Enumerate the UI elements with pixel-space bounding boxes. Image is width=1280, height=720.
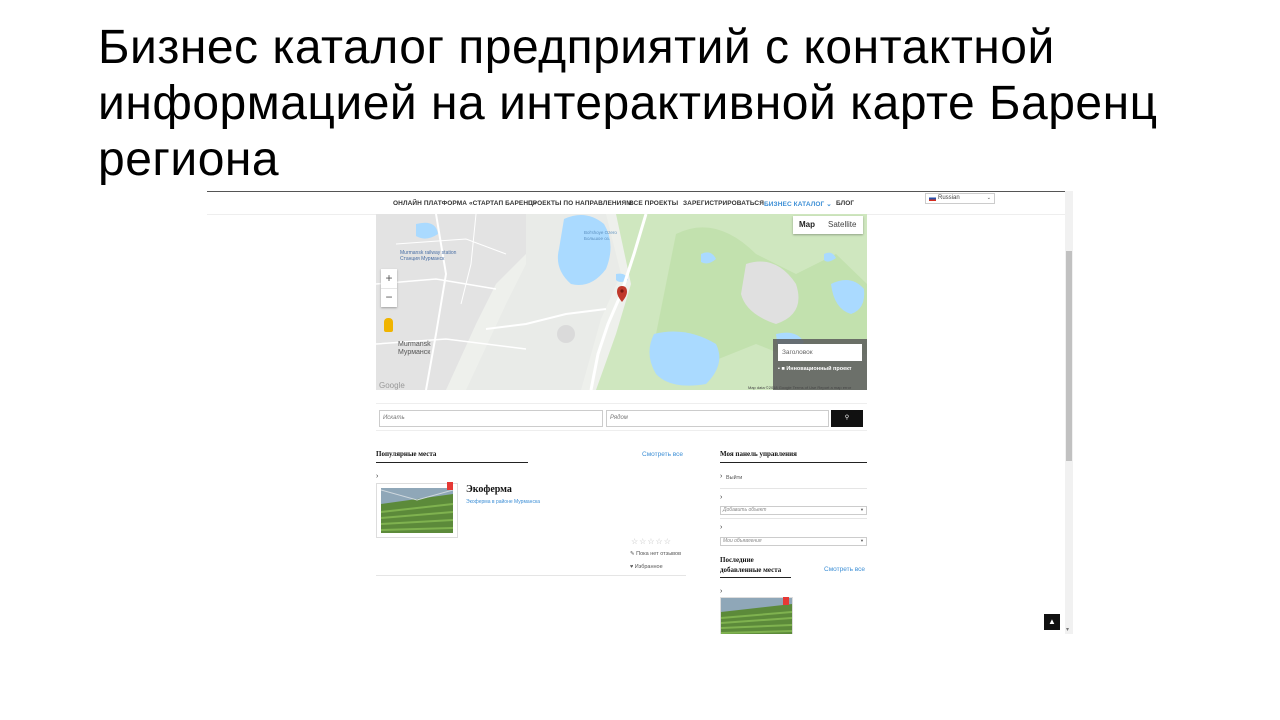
favorite-label: Избранное	[634, 564, 663, 570]
comment-icon: ✎	[630, 551, 635, 557]
map-label-station-ru: Станция Мурманск	[400, 256, 445, 262]
map-attribution: Map data ©2018 Google Terms of Use Repor…	[748, 385, 852, 390]
russian-flag-icon	[929, 196, 936, 201]
search-button[interactable]: ⚲	[831, 410, 863, 427]
dashboard-title: Моя панель управления	[720, 450, 797, 458]
listing-image[interactable]	[376, 483, 458, 538]
slide-title: Бизнес каталог предприятий с контактной …	[98, 21, 1158, 186]
heart-icon: ♥	[630, 564, 634, 570]
keyword-placeholder: Искать	[383, 415, 405, 421]
recent-title-underline	[720, 577, 791, 578]
location-search-input[interactable]: Рядом	[606, 410, 829, 427]
nav-item-blog[interactable]: БЛОГ	[836, 200, 854, 207]
map-type-satellite-button[interactable]: Satellite	[828, 220, 856, 229]
recent-title-line2: добавленные места	[720, 566, 782, 574]
nav-item-all-projects[interactable]: ВСЕ ПРОЕКТЫ	[629, 200, 678, 207]
my-listings-select[interactable]: Мои объявления ▼	[720, 537, 867, 546]
interactive-map[interactable]: Murmansk railway station Станция Мурманс…	[376, 214, 867, 390]
map-type-toggle: Map Satellite	[793, 216, 863, 234]
map-filter-placeholder: Заголовок	[782, 349, 813, 356]
listing-subtitle[interactable]: Экоферма в районе Мурманска	[466, 499, 540, 505]
website-screenshot: ОНЛАЙН ПЛАТФОРМА «СТАРТАП БАРЕНЦ» ПРОЕКТ…	[207, 191, 1073, 634]
chevron-right-icon: ›	[376, 473, 379, 480]
nav-item-register[interactable]: ЗАРЕГИСТРИРОВАТЬСЯ	[683, 200, 764, 207]
category-checkbox[interactable]: ▪ ■ Инновационный проект	[778, 366, 852, 372]
scrollbar-thumb[interactable]	[1066, 251, 1072, 461]
greenhouse-photo	[377, 484, 457, 537]
zoom-controls: + −	[381, 269, 397, 307]
google-logo: Google	[379, 381, 405, 390]
map-filter-panel: Заголовок ▪ ■ Инновационный проект	[773, 339, 867, 390]
search-icon: ⚲	[844, 415, 850, 421]
dashboard-divider	[720, 488, 867, 489]
language-label: Russian	[938, 195, 960, 201]
caret-down-icon: ▼	[860, 507, 864, 512]
zoom-in-button[interactable]: +	[381, 269, 397, 288]
popular-title-underline	[376, 462, 528, 463]
rating-stars-icon[interactable]: ☆☆☆☆☆	[631, 537, 672, 546]
popular-places-title: Популярные места	[376, 450, 437, 458]
my-listings-label: Мои объявления	[723, 538, 762, 544]
chevron-down-icon: ⌄	[986, 195, 991, 201]
bookmark-badge-icon[interactable]	[783, 597, 789, 605]
recent-title-line1: Последние	[720, 556, 754, 564]
listing-divider	[376, 575, 686, 576]
zoom-out-button[interactable]: −	[381, 288, 397, 308]
scroll-to-top-button[interactable]: ▲	[1044, 614, 1060, 630]
dashboard-divider	[720, 518, 867, 519]
category-label: Инновационный проект	[786, 366, 852, 372]
nav-item-projects-by-direction[interactable]: ПРОЕКТЫ ПО НАПРАВЛЕНИЯМ	[528, 200, 632, 207]
bookmark-badge-icon[interactable]	[447, 482, 453, 490]
search-bar: Искать Рядом ⚲	[376, 403, 867, 431]
map-filter-input[interactable]: Заголовок	[778, 344, 862, 361]
chevron-right-icon: ›	[720, 524, 723, 531]
dashboard-title-underline	[720, 462, 867, 463]
caret-down-icon: ▼	[860, 538, 864, 543]
nav-item-business-catalog[interactable]: БИЗНЕС КАТАЛОГ ⌄	[764, 200, 832, 208]
nav-item-platform[interactable]: ОНЛАЙН ПЛАТФОРМА «СТАРТАП БАРЕНЦ»	[393, 200, 537, 207]
chevron-up-icon: ▲	[1048, 617, 1056, 626]
listing-title[interactable]: Экоферма	[466, 484, 512, 495]
main-navigation: ОНЛАЙН ПЛАТФОРМА «СТАРТАП БАРЕНЦ» ПРОЕКТ…	[207, 192, 1065, 215]
reviews-label: Пока нет отзывов	[636, 551, 681, 557]
favorite-link[interactable]: ♥ Избранное	[630, 564, 663, 570]
add-listing-label: Добавить объект	[723, 507, 767, 513]
popular-see-all-link[interactable]: Смотреть все	[642, 451, 683, 458]
map-label-lake-ru: Большое оз.	[584, 236, 610, 241]
chevron-right-icon: ›	[720, 494, 723, 501]
greenhouse-photo	[721, 598, 792, 634]
chevron-right-icon: ›	[720, 473, 723, 480]
language-select[interactable]: Russian ⌄	[925, 193, 995, 204]
map-label-city-ru: Мурманск	[398, 349, 431, 356]
map-label-city-en: Murmansk	[398, 341, 431, 348]
keyword-search-input[interactable]: Искать	[379, 410, 603, 427]
chevron-right-icon: ›	[720, 588, 723, 595]
map-label-lake-en: Bol'shoye Ozero	[584, 230, 617, 235]
location-placeholder: Рядом	[610, 415, 628, 421]
add-listing-select[interactable]: Добавить объект ▼	[720, 506, 867, 515]
reviews-count[interactable]: ✎ Пока нет отзывов	[630, 551, 681, 557]
logout-link[interactable]: Выйти	[726, 475, 742, 481]
street-view-pegman-icon[interactable]	[384, 318, 393, 332]
map-type-map-button[interactable]: Map	[799, 220, 815, 229]
recent-see-all-link[interactable]: Смотреть все	[824, 566, 865, 573]
scroll-down-arrow-icon[interactable]: ▾	[1066, 626, 1069, 633]
